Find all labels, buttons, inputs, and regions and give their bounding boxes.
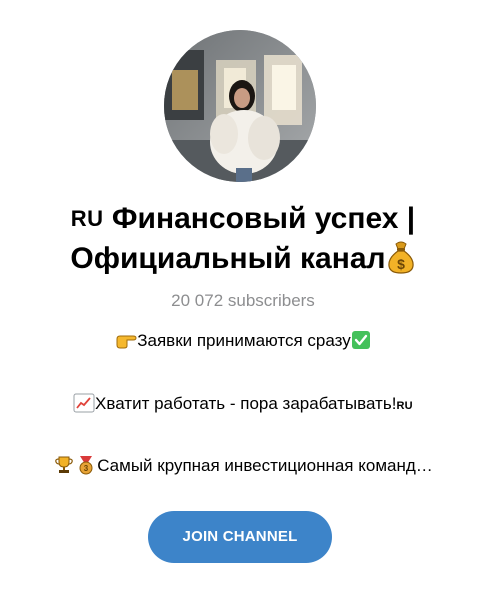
- money-bag-icon: $: [387, 241, 414, 274]
- subscriber-count: 20 072 subscribers: [171, 291, 315, 310]
- check-mark-button-icon: [351, 331, 370, 349]
- join-channel-button[interactable]: JOIN CHANNEL: [148, 511, 332, 563]
- description-line-2-text: Хватит работать - пора зарабатывать!: [95, 394, 397, 413]
- description-line-2: Хватит работать - пора зарабатывать!RU: [0, 393, 486, 417]
- title-text-line2: Официальный канал: [70, 242, 386, 275]
- description-line-3-text: Самый крупная инвестиционная команд…: [97, 456, 433, 475]
- medal-icon: 3: [79, 456, 93, 475]
- trophy-icon: [55, 456, 73, 473]
- description-line-1-text: Заявки принимаются сразу: [137, 331, 351, 350]
- channel-title: RU Финансовый успех | Официальный канал …: [0, 200, 486, 278]
- channel-title-line1: RU Финансовый успех |: [0, 200, 486, 240]
- channel-avatar: [164, 30, 316, 182]
- svg-text:$: $: [397, 256, 405, 272]
- title-flag: RU: [70, 206, 104, 231]
- avatar-photo: [164, 30, 316, 182]
- chart-increasing-icon: [73, 393, 95, 413]
- description-line-2-flag: RU: [396, 400, 413, 412]
- channel-title-line2: Официальный канал $: [0, 240, 486, 278]
- description-line-1: Заявки принимаются сразу: [0, 330, 486, 352]
- description-line-3: 3 Самый крупная инвестиционная команд…: [0, 455, 486, 477]
- svg-text:3: 3: [84, 464, 89, 473]
- backhand-index-pointing-right-icon: [116, 335, 137, 349]
- title-text-line1: Финансовый успех |: [111, 202, 416, 235]
